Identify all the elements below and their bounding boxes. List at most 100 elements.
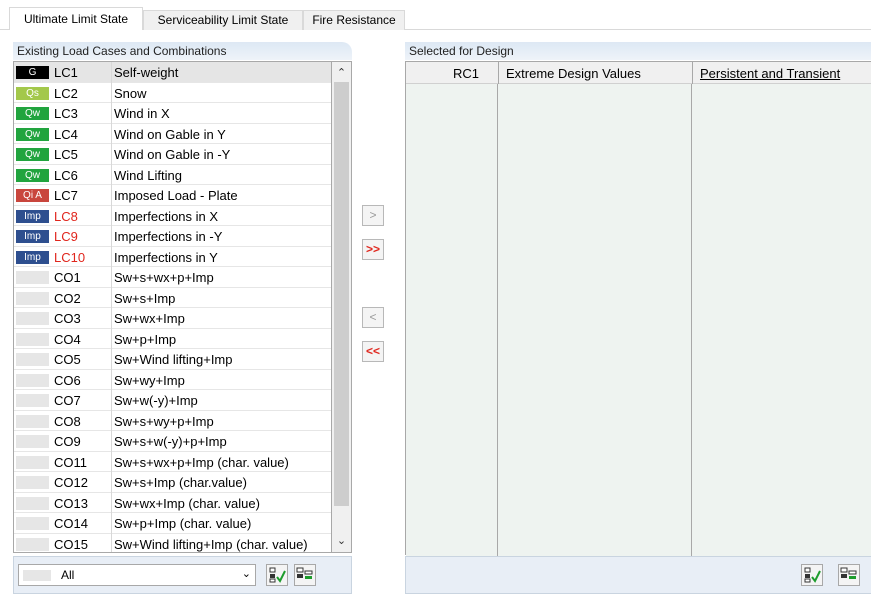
header-divider — [692, 62, 693, 84]
list-item[interactable]: CO14 Sw+p+Imp (char. value) — [14, 513, 331, 534]
list-item[interactable]: Qs LC2 Snow — [14, 82, 331, 103]
tab-serviceability-limit-state[interactable]: Serviceability Limit State — [143, 10, 303, 30]
select-all-button[interactable] — [266, 564, 288, 586]
list-item[interactable]: CO13 Sw+wx+Imp (char. value) — [14, 492, 331, 513]
column-divider — [111, 513, 112, 534]
load-case-description: Sw+s+wx+p+Imp (char. value) — [114, 454, 289, 470]
filter-value: All — [61, 568, 75, 582]
load-case-code: CO5 — [54, 352, 81, 367]
column-divider — [111, 431, 112, 452]
list-item[interactable]: CO2 Sw+s+Imp — [14, 287, 331, 308]
list-item[interactable]: CO5 Sw+Wind lifting+Imp — [14, 349, 331, 370]
load-type-badge — [16, 291, 49, 305]
load-case-code: LC9 — [54, 229, 78, 244]
scroll-up-icon[interactable]: ⌃ — [332, 64, 351, 83]
list-scrollbar[interactable]: ⌃ ⌄ — [332, 61, 352, 553]
filter-list-button[interactable] — [294, 564, 316, 586]
load-type-badge — [16, 435, 49, 448]
existing-load-cases-header: Existing Load Cases and Combinations — [13, 42, 352, 60]
load-case-description: Sw+w(-y)+Imp — [114, 393, 198, 408]
list-item[interactable]: Qw LC6 Wind Lifting — [14, 164, 331, 185]
load-type-badge — [16, 332, 49, 346]
column-divider — [111, 144, 112, 165]
load-case-code: CO2 — [54, 290, 81, 306]
load-case-code: CO14 — [54, 516, 88, 531]
row-situation[interactable]: Persistent and Transient — [700, 66, 840, 81]
filter-combo[interactable]: All ⌄ — [18, 564, 256, 586]
load-case-description: Imperfections in X — [114, 208, 219, 224]
tab-fire-resistance[interactable]: Fire Resistance — [303, 10, 405, 30]
load-type-badge — [16, 312, 49, 325]
list-item[interactable]: CO15 Sw+Wind lifting+Imp (char. value) — [14, 533, 331, 552]
load-type-badge — [16, 394, 49, 407]
check-list-icon — [804, 567, 821, 583]
list-item[interactable]: CO8 Sw+s+wy+p+Imp — [14, 410, 331, 431]
load-case-description: Sw+s+wx+p+Imp — [114, 270, 214, 285]
filter-list-button[interactable] — [838, 564, 860, 586]
column-divider — [111, 533, 112, 552]
table-col-type — [498, 62, 692, 556]
list-item[interactable]: Qw LC5 Wind on Gable in -Y — [14, 144, 331, 165]
chevron-down-icon[interactable]: ⌄ — [242, 567, 251, 580]
list-item[interactable]: CO1 Sw+s+wx+p+Imp — [14, 267, 331, 288]
list-transfer-icon — [296, 567, 313, 579]
list-item[interactable]: Qi A LC7 Imposed Load - Plate — [14, 185, 331, 206]
existing-load-cases-list[interactable]: G LC1 Self-weight Qs LC2 Snow Qw LC3 Wind in X Qw… — [13, 61, 332, 553]
load-case-code: CO11 — [54, 454, 87, 470]
add-all-button[interactable]: >> — [362, 239, 384, 260]
load-case-description: Self-weight — [114, 65, 179, 80]
scroll-down-icon[interactable]: ⌄ — [332, 532, 351, 551]
column-divider — [111, 472, 112, 493]
load-case-description: Sw+wx+Imp — [114, 311, 185, 326]
load-case-code: LC8 — [54, 208, 78, 224]
tab-ultimate-limit-state[interactable]: Ultimate Limit State — [9, 7, 143, 30]
selected-for-design-table[interactable]: RC1 Extreme Design Values Persistent and… — [405, 61, 871, 556]
load-case-code: CO3 — [54, 311, 81, 326]
load-case-description: Sw+wx+Imp (char. value) — [114, 495, 260, 511]
list-item[interactable]: Imp LC10 Imperfections in Y — [14, 246, 331, 267]
scroll-thumb[interactable] — [334, 82, 349, 506]
load-type-badge: Imp — [16, 209, 49, 223]
list-item[interactable]: Imp LC9 Imperfections in -Y — [14, 226, 331, 247]
header-divider — [498, 62, 499, 84]
list-item[interactable]: CO7 Sw+w(-y)+Imp — [14, 390, 331, 411]
list-item[interactable]: CO4 Sw+p+Imp — [14, 328, 331, 349]
load-case-code: LC3 — [54, 106, 78, 121]
add-selected-button[interactable]: > — [362, 205, 384, 226]
remove-all-button[interactable]: << — [362, 341, 384, 362]
remove-selected-button[interactable]: < — [362, 307, 384, 328]
load-type-badge — [16, 373, 49, 387]
list-item[interactable]: CO6 Sw+wy+Imp — [14, 369, 331, 390]
filter-swatch — [23, 570, 51, 581]
list-item[interactable]: CO12 Sw+s+Imp (char.value) — [14, 472, 331, 493]
list-item[interactable]: G LC1 Self-weight — [14, 62, 331, 83]
column-divider — [111, 103, 112, 124]
table-row[interactable]: RC1 Extreme Design Values Persistent and… — [406, 62, 871, 84]
list-item[interactable]: Qw LC4 Wind on Gable in Y — [14, 123, 331, 144]
check-list-icon — [269, 567, 286, 583]
load-type-badge: Qs — [16, 86, 49, 100]
load-case-code: CO6 — [54, 372, 81, 388]
column-divider — [111, 226, 112, 247]
filter-bar: All ⌄ — [13, 556, 352, 594]
load-type-badge: Qw — [16, 168, 49, 182]
list-item[interactable]: CO9 Sw+s+w(-y)+p+Imp — [14, 431, 331, 452]
column-divider — [111, 451, 112, 472]
load-type-badge — [16, 455, 49, 469]
load-type-badge: Qw — [16, 148, 49, 161]
column-divider — [111, 62, 112, 83]
load-case-code: LC1 — [54, 65, 78, 80]
load-type-badge: Qw — [16, 127, 49, 141]
load-case-description: Sw+s+Imp (char.value) — [114, 475, 247, 490]
load-type-badge — [16, 476, 49, 489]
list-item[interactable]: CO3 Sw+wx+Imp — [14, 308, 331, 329]
list-item[interactable]: CO11 Sw+s+wx+p+Imp (char. value) — [14, 451, 331, 472]
list-item[interactable]: Qw LC3 Wind in X — [14, 103, 331, 124]
list-item[interactable]: Imp LC8 Imperfections in X — [14, 205, 331, 226]
right-action-bar — [405, 556, 871, 594]
load-case-description: Imposed Load - Plate — [114, 188, 238, 203]
load-type-badge — [16, 353, 49, 366]
load-case-description: Snow — [114, 85, 147, 101]
select-all-button[interactable] — [801, 564, 823, 586]
load-type-badge — [16, 496, 49, 510]
